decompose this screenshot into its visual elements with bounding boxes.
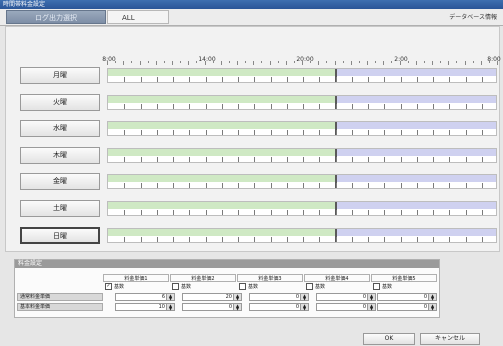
- basic-rate-input-2[interactable]: 0 ▲ ▼: [182, 303, 242, 311]
- ok-button[interactable]: OK: [363, 333, 415, 345]
- checkbox-1-box[interactable]: ✓: [105, 283, 112, 290]
- day-button-friday[interactable]: 金曜: [20, 173, 100, 190]
- basic-rate-label: 基本料金単価: [17, 303, 103, 311]
- spin-icon[interactable]: ▲ ▼: [166, 294, 174, 301]
- checkbox-2-box[interactable]: [172, 283, 179, 290]
- normal-rate-input-3[interactable]: 0 ▲ ▼: [249, 293, 309, 301]
- normal-rate-input-2[interactable]: 20 ▲ ▼: [182, 293, 242, 301]
- day-row-friday: 金曜: [0, 173, 503, 191]
- rate-checkbox-2[interactable]: 基数: [172, 283, 191, 291]
- timeline-track-saturday[interactable]: [107, 201, 497, 216]
- basic-rate-value-2: 0: [228, 304, 232, 310]
- day-row-sunday: 日曜: [0, 227, 503, 245]
- basic-rate-input-1[interactable]: 10 ▲ ▼: [115, 303, 175, 311]
- timeline-track-sunday[interactable]: [107, 228, 497, 243]
- day-button-monday[interactable]: 月曜: [20, 67, 100, 84]
- timeline-track-monday[interactable]: [107, 68, 497, 83]
- day-row-monday: 月曜: [0, 67, 503, 85]
- day-row-saturday: 土曜: [0, 200, 503, 218]
- normal-rate-value-5: 0: [423, 294, 427, 300]
- checkbox-2-label: 基数: [181, 284, 192, 290]
- checkbox-5-box[interactable]: [373, 283, 380, 290]
- day-row-wednesday: 水曜: [0, 120, 503, 138]
- window-title: 時間帯料金設定: [0, 0, 503, 9]
- checkbox-4-label: 基数: [315, 284, 326, 290]
- normal-rate-label: 通常料金単価: [17, 293, 103, 301]
- rate-settings-panel: 料金設定 料金単価1 料金単価2 料金単価3 料金単価4 料金単価5 ✓ 基数 基…: [14, 259, 440, 318]
- spin-icon[interactable]: ▲ ▼: [428, 294, 436, 301]
- normal-rate-value-4: 0: [362, 294, 366, 300]
- spin-icon[interactable]: ▲ ▼: [367, 294, 375, 301]
- rate-checkbox-1[interactable]: ✓ 基数: [105, 283, 124, 291]
- checkbox-3-box[interactable]: [239, 283, 246, 290]
- spin-icon[interactable]: ▲ ▼: [166, 304, 174, 311]
- basic-rate-value-5: 0: [423, 304, 427, 310]
- cancel-button[interactable]: キャンセル: [420, 333, 480, 345]
- normal-rate-value-2: 20: [225, 294, 232, 300]
- day-row-thursday: 木曜: [0, 147, 503, 165]
- day-button-saturday[interactable]: 土曜: [20, 200, 100, 217]
- tab-all[interactable]: ALL: [107, 10, 169, 24]
- rate-column-4: 料金単価4: [304, 274, 370, 282]
- day-button-tuesday[interactable]: 火曜: [20, 94, 100, 111]
- day-button-thursday[interactable]: 木曜: [20, 147, 100, 164]
- day-button-wednesday[interactable]: 水曜: [20, 120, 100, 137]
- checkbox-5-label: 基数: [382, 284, 393, 290]
- rate-column-2: 料金単価2: [170, 274, 236, 282]
- normal-rate-value-1: 6: [161, 294, 165, 300]
- rate-checkbox-5[interactable]: 基数: [373, 283, 392, 291]
- spin-icon[interactable]: ▲ ▼: [300, 304, 308, 311]
- rate-checkbox-3[interactable]: 基数: [239, 283, 258, 291]
- rate-checkbox-4[interactable]: 基数: [306, 283, 325, 291]
- spin-icon[interactable]: ▲ ▼: [233, 294, 241, 301]
- basic-rate-input-5[interactable]: 0 ▲ ▼: [377, 303, 437, 311]
- basic-rate-value-1: 10: [158, 304, 165, 310]
- schedule-panel: [5, 26, 500, 252]
- day-row-tuesday: 火曜: [0, 94, 503, 112]
- checkbox-4-box[interactable]: [306, 283, 313, 290]
- normal-rate-value-3: 0: [295, 294, 299, 300]
- rate-column-1: 料金単価1: [103, 274, 169, 282]
- rate-settings-title: 料金設定: [15, 260, 439, 268]
- spin-icon[interactable]: ▲ ▼: [428, 304, 436, 311]
- timeline-scale: [107, 61, 498, 66]
- database-info-label: データベース情報: [449, 14, 497, 21]
- basic-rate-input-3[interactable]: 0 ▲ ▼: [249, 303, 309, 311]
- rate-column-5: 料金単価5: [371, 274, 437, 282]
- spin-icon[interactable]: ▲ ▼: [300, 294, 308, 301]
- timeline-track-thursday[interactable]: [107, 148, 497, 163]
- tab-group-select[interactable]: ログ出力選択: [6, 10, 106, 24]
- timeline-track-tuesday[interactable]: [107, 95, 497, 110]
- basic-rate-value-3: 0: [295, 304, 299, 310]
- rate-column-3: 料金単価3: [237, 274, 303, 282]
- day-button-sunday[interactable]: 日曜: [20, 227, 100, 244]
- checkbox-3-label: 基数: [248, 284, 259, 290]
- basic-rate-input-4[interactable]: 0 ▲ ▼: [316, 303, 376, 311]
- spin-icon[interactable]: ▲ ▼: [233, 304, 241, 311]
- tab-bar: ログ出力選択 ALL データベース情報: [0, 9, 503, 26]
- timeline-track-friday[interactable]: [107, 174, 497, 189]
- spin-icon[interactable]: ▲ ▼: [367, 304, 375, 311]
- normal-rate-input-5[interactable]: 0 ▲ ▼: [377, 293, 437, 301]
- basic-rate-value-4: 0: [362, 304, 366, 310]
- checkbox-1-label: 基数: [114, 284, 125, 290]
- timeline-track-wednesday[interactable]: [107, 121, 497, 136]
- normal-rate-input-4[interactable]: 0 ▲ ▼: [316, 293, 376, 301]
- normal-rate-input-1[interactable]: 6 ▲ ▼: [115, 293, 175, 301]
